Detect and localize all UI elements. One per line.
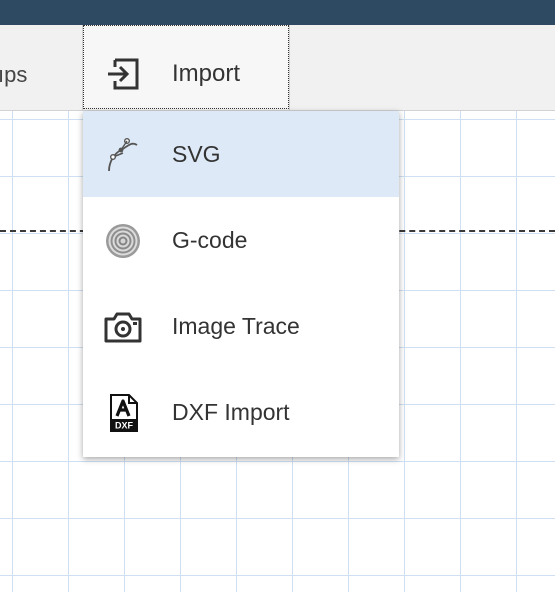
menu-item-gcode[interactable]: G-code: [83, 197, 399, 283]
menu-item-label: Image Trace: [172, 313, 300, 339]
import-icon: [108, 58, 139, 90]
menu-item-label: G-code: [172, 227, 248, 253]
toolbar-tab-partial[interactable]: ıps: [0, 64, 27, 86]
menu-item-dxf-import[interactable]: DXF DXF Import: [83, 369, 399, 455]
title-bar: [0, 0, 555, 25]
svg-text:DXF: DXF: [115, 421, 134, 431]
menu-item-label: DXF Import: [172, 399, 290, 425]
app-window: ıps Import SVG G-code Image Trace DXF DX…: [0, 0, 555, 592]
toolbar-divider: [289, 25, 290, 111]
menu-item-image-trace[interactable]: Image Trace: [83, 283, 399, 369]
bezier-pen-icon: [108, 138, 138, 172]
concentric-circles-icon: [106, 224, 140, 258]
import-button[interactable]: Import: [83, 25, 289, 109]
menu-item-svg[interactable]: SVG: [83, 111, 399, 197]
menu-item-label: SVG: [172, 141, 221, 167]
camera-icon: [104, 312, 142, 343]
import-label: Import: [172, 60, 241, 87]
import-dropdown-menu: SVG G-code Image Trace DXF DXF Import: [83, 111, 399, 457]
dxf-file-icon: DXF: [110, 394, 138, 432]
